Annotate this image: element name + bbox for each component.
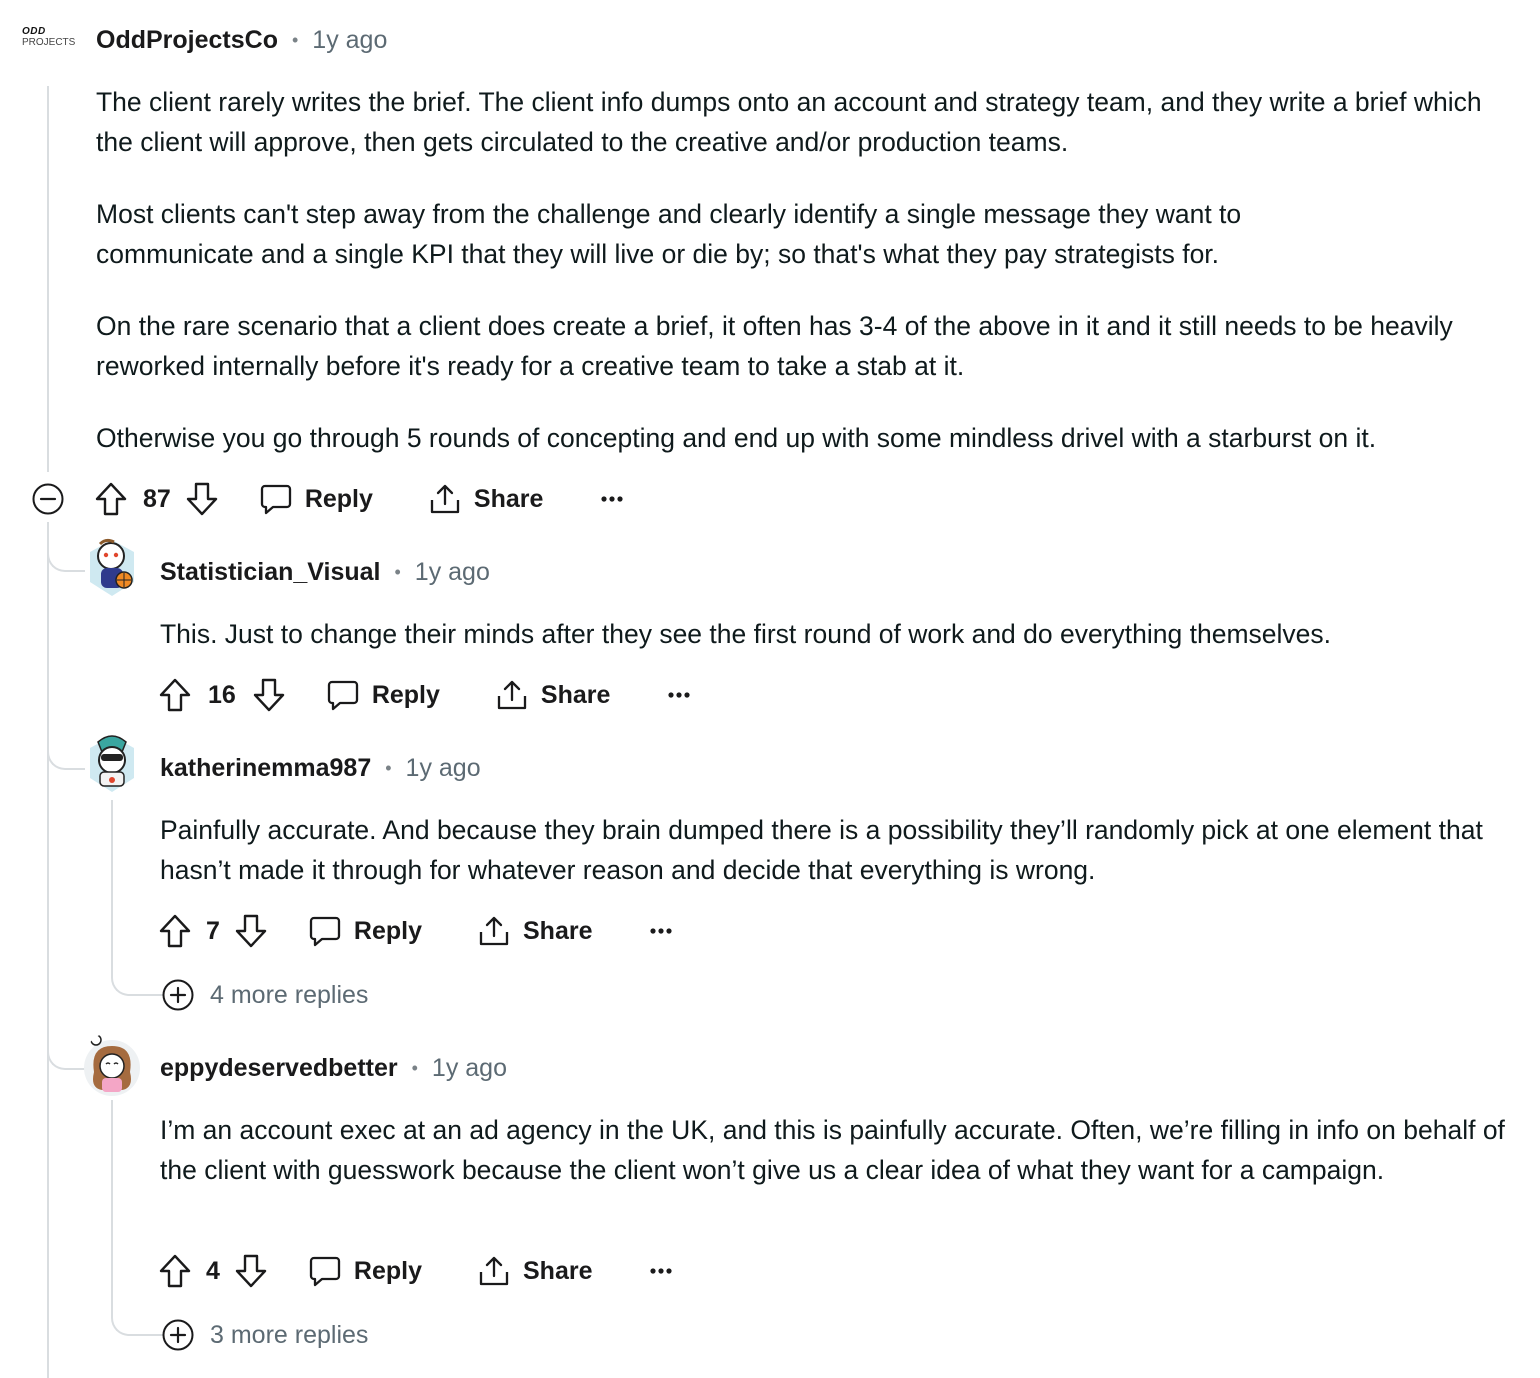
upvote-icon[interactable]: [158, 677, 192, 713]
share-button[interactable]: Share: [477, 1254, 592, 1288]
reply-header: eppydeservedbetter • 1y ago: [160, 1050, 507, 1086]
separator-dot: •: [411, 1057, 418, 1078]
reply-button[interactable]: Reply: [308, 914, 422, 948]
share-icon: [477, 1254, 511, 1288]
more-replies-elbow: [111, 960, 163, 996]
upvote-icon[interactable]: [158, 913, 192, 949]
reply-username[interactable]: Statistician_Visual: [160, 558, 380, 587]
plus-circle-icon: [162, 979, 194, 1011]
share-label: Share: [540, 680, 611, 709]
reply-action-bar: 4 Reply Share: [158, 1249, 673, 1293]
reply-action-bar: 7 Reply Share: [158, 909, 673, 953]
share-button[interactable]: Share: [428, 482, 543, 516]
vote-count: 7: [206, 916, 220, 945]
root-timestamp[interactable]: 1y ago: [312, 26, 387, 55]
reply-paragraph: Painfully accurate. And because they bra…: [160, 815, 1483, 885]
reply-timestamp[interactable]: 1y ago: [415, 558, 490, 587]
root-username[interactable]: OddProjectsCo: [96, 26, 278, 55]
upvote-icon[interactable]: [94, 481, 128, 517]
user-avatar[interactable]: [84, 536, 140, 602]
upvote-icon[interactable]: [158, 1253, 192, 1289]
reply-label: Reply: [353, 1256, 422, 1285]
reply-paragraph: This. Just to change their minds after t…: [160, 619, 1332, 649]
root-paragraph: The client rarely writes the brief. The …: [96, 87, 1482, 157]
plus-circle-icon: [162, 1319, 194, 1351]
speech-bubble-icon: [308, 1254, 342, 1288]
reply-body: Painfully accurate. And because they bra…: [160, 810, 1490, 890]
reply-paragraph: I’m an account exec at an ad agency in t…: [160, 1115, 1505, 1185]
vote-count: 87: [143, 484, 171, 513]
share-label: Share: [473, 484, 544, 513]
reply-button[interactable]: Reply: [326, 678, 440, 712]
root-paragraph: Most clients can't step away from the ch…: [96, 199, 1242, 269]
more-replies-elbow: [111, 1300, 163, 1336]
vote-count: 4: [206, 1256, 220, 1285]
logo-bottom-text: PROJECTS: [22, 37, 76, 48]
reply-thread-line[interactable]: [111, 1100, 113, 1316]
logo-top-text: ODD: [22, 26, 46, 37]
reply-timestamp[interactable]: 1y ago: [432, 1054, 507, 1083]
speech-bubble-icon: [308, 914, 342, 948]
more-options-icon[interactable]: [601, 495, 623, 503]
reply-thread-line[interactable]: [111, 800, 113, 976]
root-paragraph: On the rare scenario that a client does …: [96, 311, 1453, 381]
speech-bubble-icon: [259, 482, 293, 516]
share-label: Share: [523, 1256, 593, 1285]
downvote-icon[interactable]: [185, 481, 219, 517]
share-icon: [428, 482, 462, 516]
more-options-icon[interactable]: [650, 1267, 673, 1275]
more-options-icon[interactable]: [668, 691, 690, 699]
downvote-icon[interactable]: [252, 677, 286, 713]
vote-count: 16: [208, 680, 236, 709]
more-options-icon[interactable]: [650, 927, 673, 935]
reply-timestamp[interactable]: 1y ago: [406, 754, 481, 783]
user-avatar[interactable]: [84, 730, 140, 800]
downvote-icon[interactable]: [234, 1253, 268, 1289]
separator-dot: •: [385, 757, 392, 778]
downvote-icon[interactable]: [234, 913, 268, 949]
reply-body: This. Just to change their minds after t…: [160, 614, 1520, 654]
reply-username[interactable]: eppydeservedbetter: [160, 1054, 398, 1083]
reply-action-bar: 16 Reply Share: [158, 673, 690, 717]
root-action-bar: 87 Reply Share: [94, 477, 623, 521]
more-replies-label: 3 more replies: [210, 1320, 369, 1349]
collapse-icon[interactable]: [32, 483, 64, 515]
reply-button[interactable]: Reply: [308, 1254, 422, 1288]
user-avatar[interactable]: [82, 1032, 142, 1098]
more-replies-label: 4 more replies: [210, 980, 369, 1009]
reply-label: Reply: [353, 916, 422, 945]
share-button[interactable]: Share: [495, 678, 610, 712]
share-icon: [495, 678, 529, 712]
thread-elbow: [47, 522, 85, 572]
root-thread-line-lower[interactable]: [47, 522, 49, 1378]
reply-header: katherinemma987 • 1y ago: [160, 750, 481, 786]
speech-bubble-icon: [326, 678, 360, 712]
separator-dot: •: [291, 29, 299, 50]
more-replies-link[interactable]: 4 more replies: [162, 978, 368, 1012]
share-icon: [477, 914, 511, 948]
more-replies-link[interactable]: 3 more replies: [162, 1318, 368, 1352]
share-button[interactable]: Share: [477, 914, 592, 948]
root-body: The client rarely writes the brief. The …: [96, 82, 1521, 458]
reply-button[interactable]: Reply: [259, 482, 373, 516]
root-avatar-logo[interactable]: ODD PROJECTS: [22, 26, 78, 54]
root-paragraph: Otherwise you go through 5 rounds of con…: [96, 423, 1377, 453]
reply-header: Statistician_Visual • 1y ago: [160, 554, 490, 590]
reply-label: Reply: [371, 680, 440, 709]
reply-body: I’m an account exec at an ad agency in t…: [160, 1110, 1520, 1190]
reply-label: Reply: [304, 484, 373, 513]
reply-username[interactable]: katherinemma987: [160, 754, 371, 783]
share-label: Share: [523, 916, 593, 945]
thread-elbow: [47, 1020, 85, 1070]
root-thread-line[interactable]: [47, 86, 49, 472]
separator-dot: •: [394, 561, 401, 582]
thread-elbow: [47, 720, 85, 770]
root-header: OddProjectsCo • 1y ago: [96, 22, 387, 58]
